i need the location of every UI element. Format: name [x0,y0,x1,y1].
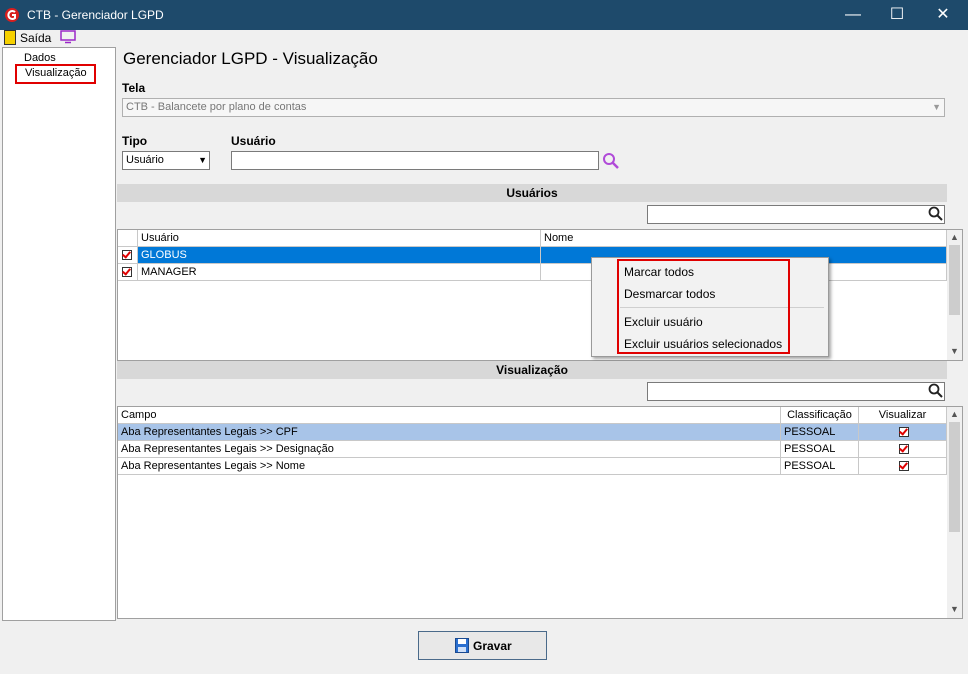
navigation-tree: Dados Visualização [2,47,116,621]
page-title: Gerenciador LGPD - Visualização [123,49,378,68]
title-bar: CTB - Gerenciador LGPD — ☐ ✕ [0,0,968,30]
users-grid-header-check [118,230,138,247]
scroll-down-icon[interactable]: ▼ [950,604,959,614]
users-grid-header-nome[interactable]: Nome [541,230,947,247]
view-cell-campo: Aba Representantes Legais >> Designação [118,441,781,458]
users-cell-usuario: GLOBUS [138,247,541,264]
users-grid: Usuário Nome GLOBUS MANAGER ▲ ▼ [117,229,963,361]
exit-menu[interactable]: Saída [20,31,51,45]
tela-label: Tela [122,81,146,95]
search-icon[interactable] [602,152,620,170]
users-cell-usuario: MANAGER [138,264,541,281]
monitor-icon[interactable] [60,30,76,44]
tipo-label: Tipo [122,134,148,148]
view-grid-header-visualizar[interactable]: Visualizar [859,407,947,424]
annotation-highlight-box [617,259,790,354]
chevron-down-icon: ▼ [198,155,207,165]
minimize-button[interactable]: — [830,0,876,30]
tela-select[interactable]: CTB - Balancete por plano de contas ▼ [122,98,945,117]
view-grid: Campo Classificação Visualizar Aba Repre… [117,406,963,619]
view-cell-classificacao: PESSOAL [781,424,859,441]
visualizar-checkbox[interactable] [899,444,909,454]
users-filter-input[interactable] [647,205,945,224]
scroll-thumb[interactable] [949,422,960,532]
visualizar-checkbox[interactable] [899,461,909,471]
scroll-up-icon[interactable]: ▲ [950,232,959,242]
view-cell-campo: Aba Representantes Legais >> CPF [118,424,781,441]
tela-select-value: CTB - Balancete por plano de contas [126,101,307,113]
window-title: CTB - Gerenciador LGPD [27,8,164,22]
view-cell-campo: Aba Representantes Legais >> Nome [118,458,781,475]
view-filter-input[interactable] [647,382,945,401]
scroll-up-icon[interactable]: ▲ [950,409,959,419]
search-icon[interactable] [928,383,944,399]
view-section-header: Visualização [117,361,947,379]
close-button[interactable]: ✕ [920,0,966,30]
app-logo-icon [5,8,19,22]
scroll-thumb[interactable] [949,245,960,315]
tipo-select-value: Usuário [126,154,164,166]
view-grid-header-classificacao[interactable]: Classificação [781,407,859,424]
search-icon[interactable] [928,206,944,222]
view-cell-classificacao: PESSOAL [781,441,859,458]
row-checkbox[interactable] [122,250,132,260]
users-scrollbar[interactable]: ▲ ▼ [947,230,962,360]
row-checkbox[interactable] [122,267,132,277]
chevron-down-icon: ▼ [932,102,941,112]
view-grid-header-campo[interactable]: Campo [118,407,781,424]
menu-bar: Saída [0,30,968,47]
exit-door-icon[interactable] [4,30,16,45]
view-cell-classificacao: PESSOAL [781,458,859,475]
users-grid-header-usuario[interactable]: Usuário [138,230,541,247]
visualizar-checkbox[interactable] [899,427,909,437]
tree-item-visualizacao[interactable]: Visualização [25,67,87,79]
maximize-button[interactable]: ☐ [874,0,920,30]
usuario-input[interactable] [231,151,599,170]
tree-item-dados[interactable]: Dados [24,52,56,64]
floppy-disk-icon [455,638,469,653]
scroll-down-icon[interactable]: ▼ [950,346,959,356]
save-button[interactable]: Gravar [418,631,547,660]
users-section-header: Usuários [117,184,947,202]
view-scrollbar[interactable]: ▲ ▼ [947,407,962,618]
save-button-label: Gravar [473,639,512,653]
tipo-select[interactable]: Usuário ▼ [122,151,210,170]
usuario-label: Usuário [231,134,276,148]
